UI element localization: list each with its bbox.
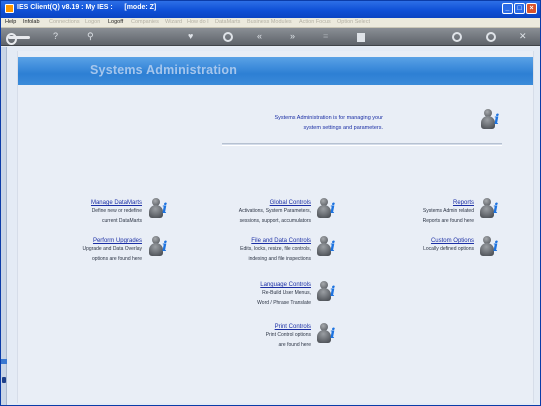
- manage-datamarts-item: Manage DataMarts Define new or redefine …: [70, 200, 142, 226]
- content-area: Systems Administration Systems Administr…: [1, 47, 540, 405]
- perform-upgrades-item: Perform Upgrades Upgrade and Data Overla…: [70, 238, 142, 264]
- rail-marker[interactable]: [1, 359, 7, 364]
- custom-options-icon[interactable]: i: [479, 235, 501, 259]
- menu-option-select: Option Select: [337, 19, 371, 25]
- language-controls-icon[interactable]: i: [316, 280, 338, 304]
- custom-options-item: Custom Options Locally defined options: [398, 238, 474, 254]
- separator: [222, 143, 502, 146]
- info-icon[interactable]: [2, 377, 6, 383]
- menu-datamarts: DataMarts: [215, 19, 241, 25]
- left-rail: [1, 47, 7, 405]
- minimize-button[interactable]: _: [502, 3, 513, 14]
- global-controls-icon[interactable]: i: [316, 197, 338, 221]
- menu-how-do-i: How do I: [187, 19, 209, 25]
- toolbar: ? ⚲ ♥ « » ≡ ✕: [1, 28, 540, 46]
- menu-help[interactable]: Help: [5, 19, 16, 25]
- app-window: IES Client(Q) v8.19 : My IES : [mode: Z]…: [0, 0, 541, 406]
- file-data-controls-item: File and Data Controls Edits, locks, res…: [218, 238, 311, 264]
- circle-icon[interactable]: [223, 32, 233, 42]
- info-person-icon: i: [480, 108, 502, 132]
- print-controls-item: Print Controls Print Control options are…: [218, 324, 311, 350]
- menu-business-modules: Business Modules: [247, 19, 292, 25]
- document-icon[interactable]: [357, 33, 365, 42]
- intro-line-2: system settings and parameters.: [303, 125, 383, 131]
- language-controls-item: Language Controls Re-Build User Menus, W…: [218, 282, 311, 308]
- page-banner: Systems Administration: [18, 57, 533, 85]
- close-window-button[interactable]: ×: [526, 3, 537, 14]
- add-icon[interactable]: [452, 32, 462, 42]
- menu-wizard: Wizard: [165, 19, 183, 25]
- menu-action-focus: Action Focus: [299, 19, 331, 25]
- window-title: IES Client(Q) v8.19 : My IES : [mode: Z]: [17, 4, 157, 11]
- maximize-button[interactable]: □: [514, 3, 525, 14]
- intro-line-1: Systems Administration is for managing y…: [274, 115, 383, 121]
- confirm-icon[interactable]: [486, 32, 496, 42]
- menu-companies: Companies: [131, 19, 159, 25]
- menu-logon: Logon: [85, 19, 101, 25]
- back-icon[interactable]: «: [257, 31, 262, 42]
- file-data-controls-icon[interactable]: i: [316, 235, 338, 259]
- perform-upgrades-icon[interactable]: i: [148, 235, 170, 259]
- global-controls-item: Global Controls Activations, System Para…: [218, 200, 311, 226]
- menu-bar: Help Infolab Connections Logon Logoff Co…: [1, 18, 540, 28]
- reports-icon[interactable]: i: [479, 197, 501, 221]
- search-icon[interactable]: ⚲: [87, 31, 94, 42]
- menu-connections: Connections: [49, 19, 80, 25]
- key-icon[interactable]: [6, 33, 30, 45]
- page-title: Systems Administration: [90, 63, 238, 77]
- app-logo-icon: [5, 4, 14, 13]
- list-icon[interactable]: ≡: [323, 31, 328, 42]
- menu-logoff[interactable]: Logoff: [108, 19, 123, 25]
- reports-item: Reports Systems Admin related Reports ar…: [398, 200, 474, 226]
- forward-icon[interactable]: »: [290, 31, 295, 42]
- manage-datamarts-icon[interactable]: i: [148, 197, 170, 221]
- help-icon[interactable]: ?: [53, 31, 58, 42]
- title-bar[interactable]: IES Client(Q) v8.19 : My IES : [mode: Z]…: [1, 1, 540, 18]
- print-controls-icon[interactable]: i: [316, 322, 338, 346]
- heart-icon[interactable]: ♥: [188, 31, 193, 42]
- menu-infolab[interactable]: Infolab: [23, 19, 40, 25]
- main-panel: Systems Administration Systems Administr…: [17, 51, 534, 403]
- close-icon[interactable]: ✕: [519, 31, 527, 42]
